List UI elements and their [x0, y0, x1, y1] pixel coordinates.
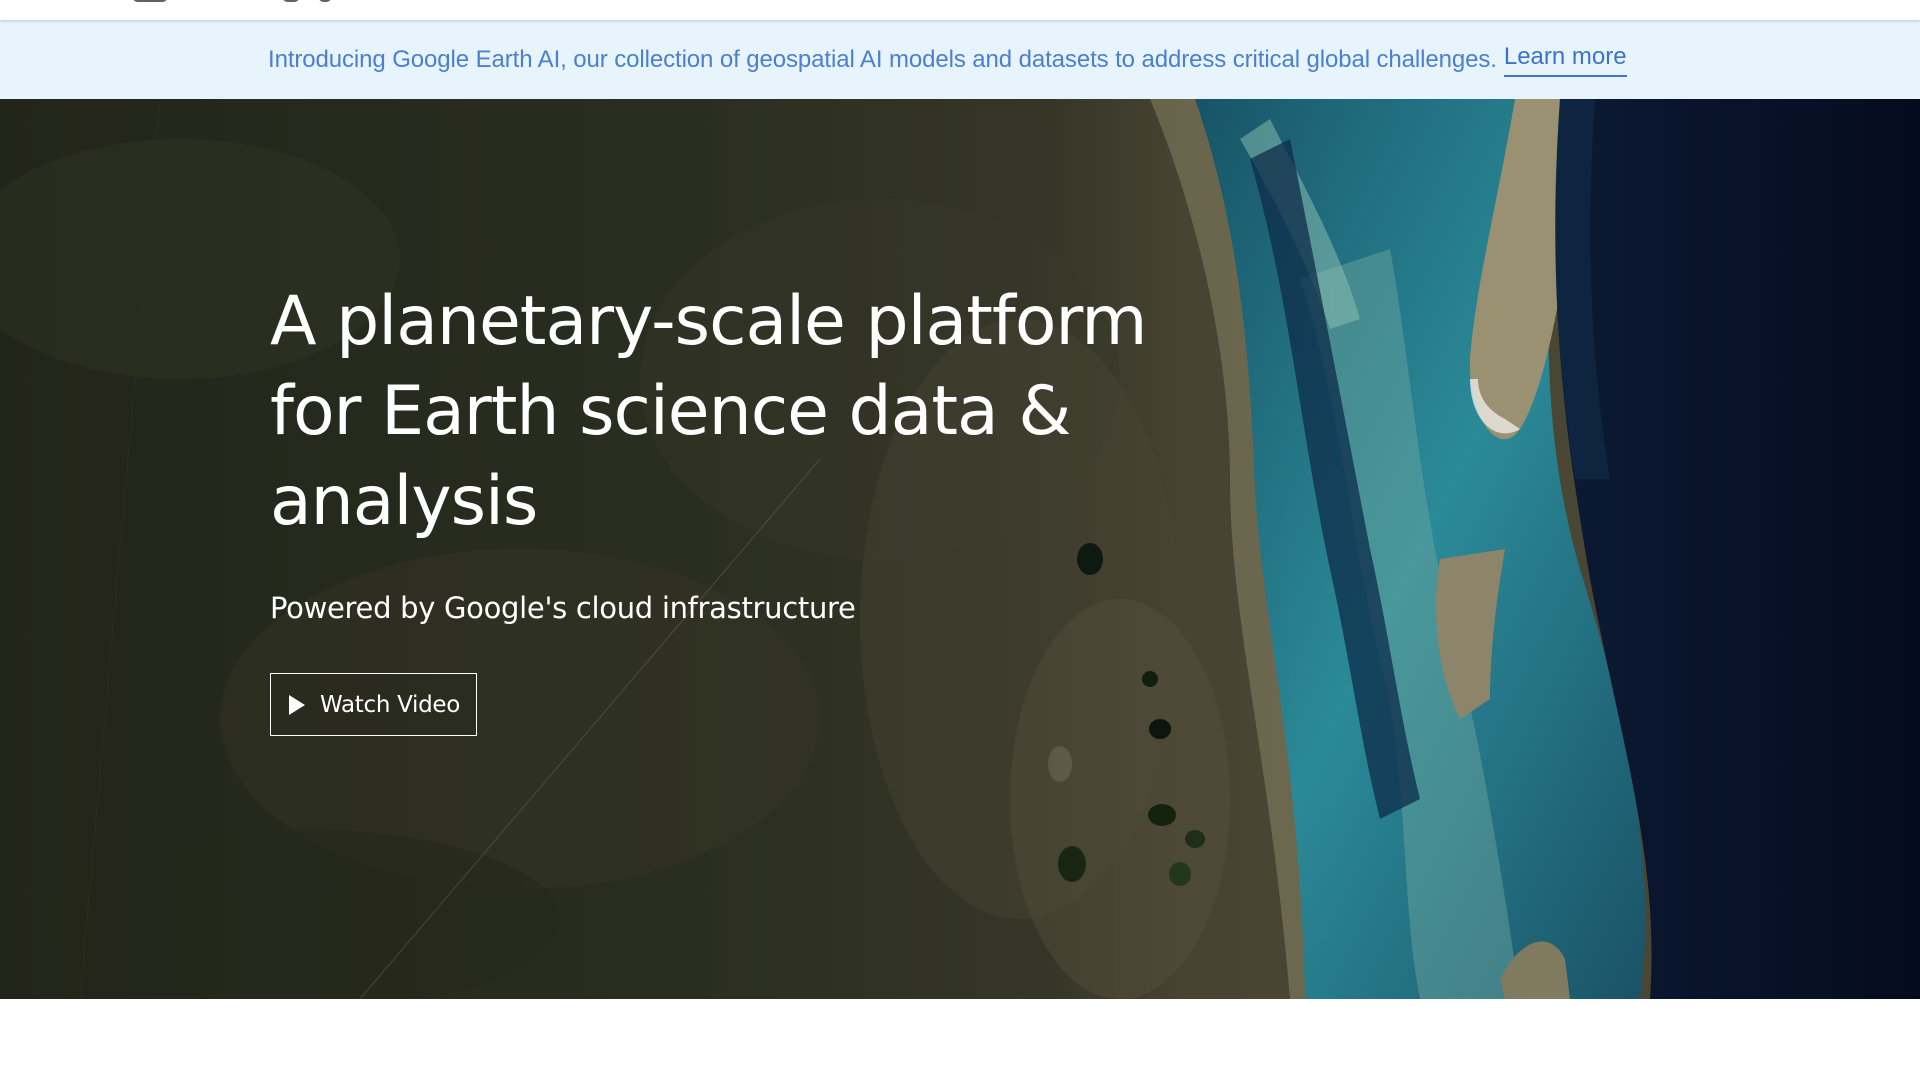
hero-content: A planetary-scale platform for Earth sci…	[270, 277, 1170, 736]
site-header	[0, 0, 1920, 20]
announcement-text: Introducing Google Earth AI, our collect…	[268, 45, 1497, 73]
watch-video-button[interactable]: Watch Video	[270, 673, 478, 736]
play-icon	[289, 694, 305, 715]
announcement-banner: Introducing Google Earth AI, our collect…	[0, 20, 1920, 99]
hero-title: A planetary-scale platform for Earth sci…	[270, 282, 1147, 541]
watch-video-label: Watch Video	[320, 691, 461, 718]
hero-section: A planetary-scale platform for Earth sci…	[0, 99, 1920, 999]
learn-more-link[interactable]: Learn more	[1503, 43, 1627, 77]
hero-subtitle: Powered by Google's cloud infrastructure	[270, 591, 856, 625]
header-logo[interactable]	[132, 0, 352, 2]
